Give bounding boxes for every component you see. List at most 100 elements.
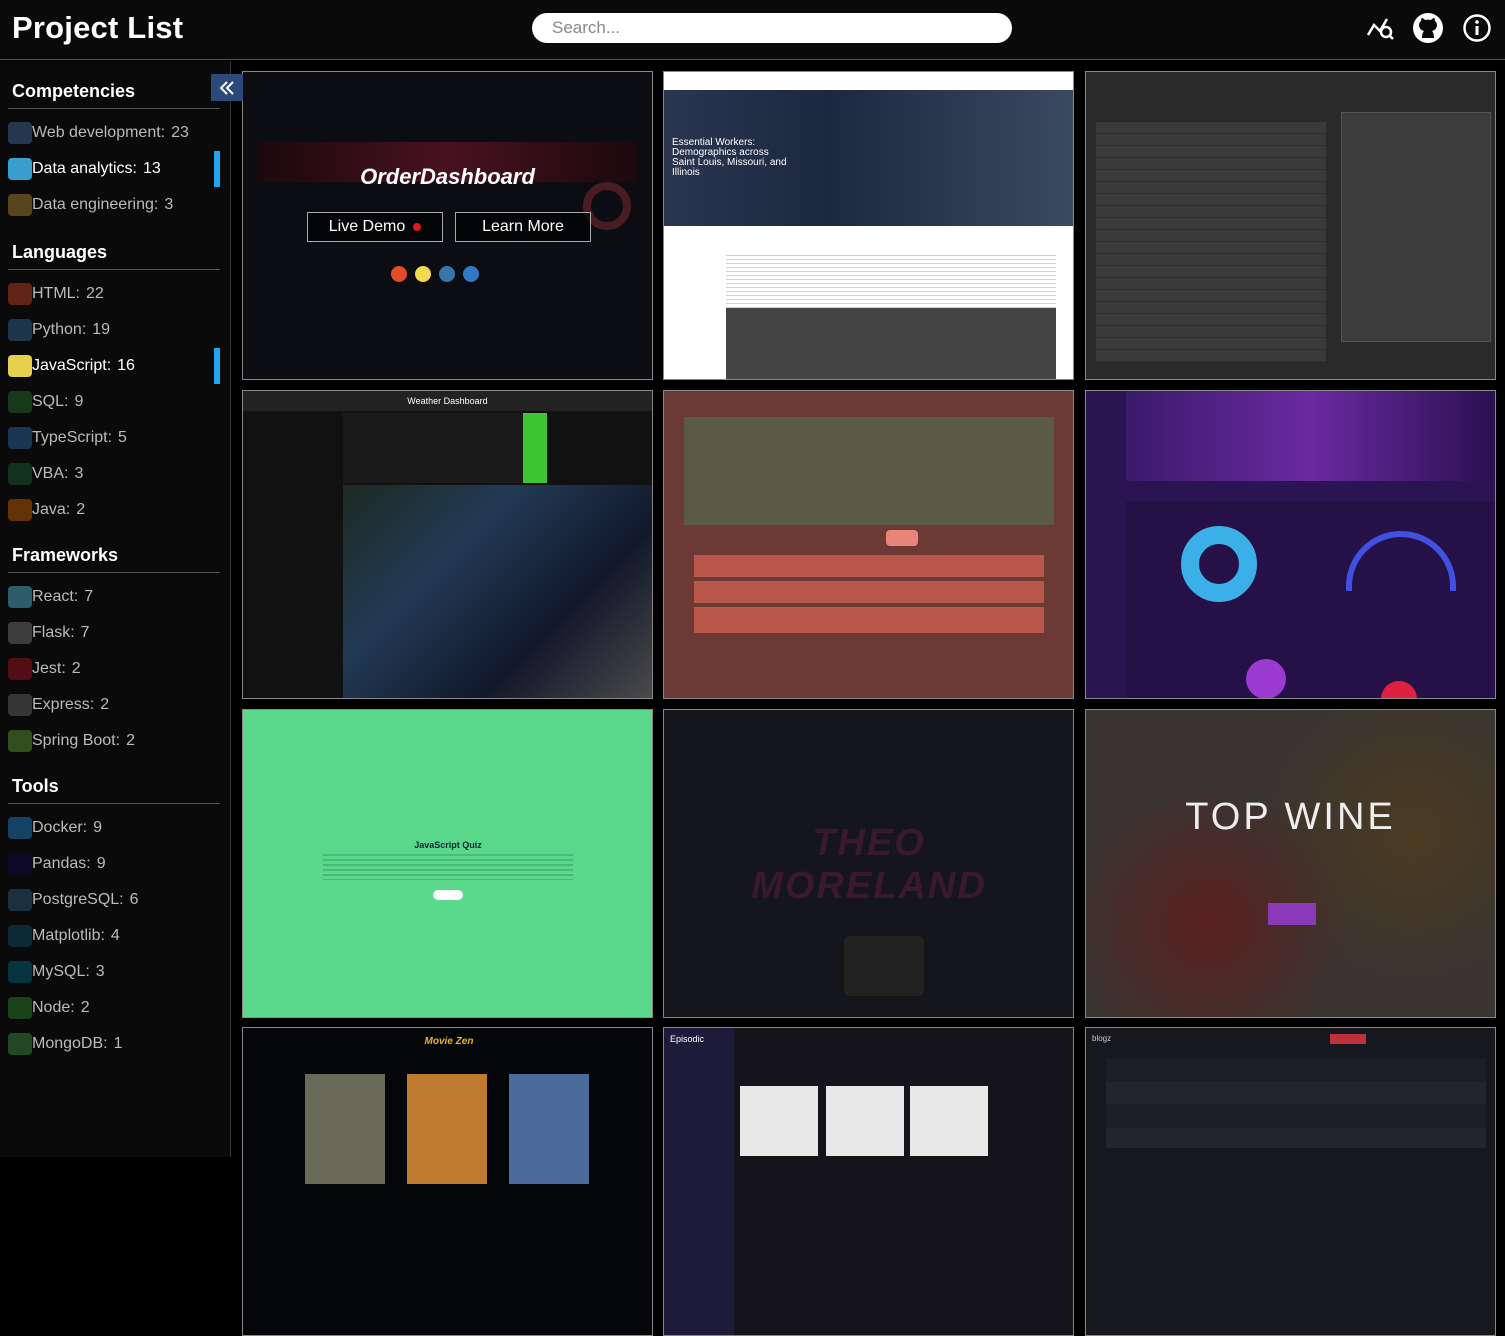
project-thumbnail: THEO MORELAND [664, 710, 1073, 1017]
sidebar-item[interactable]: Web development: 23 [8, 115, 220, 151]
search-input[interactable] [532, 13, 1012, 43]
sidebar-item-count: 9 [93, 819, 103, 836]
github-icon[interactable] [1412, 12, 1444, 44]
sidebar-item[interactable]: VBA: 3 [8, 456, 220, 492]
project-thumbnail: Episodic [664, 1028, 1073, 1335]
tech-badge-icon [415, 266, 431, 282]
tech-badge-icon [439, 266, 455, 282]
card-caption: TOP WINE [1185, 796, 1396, 838]
project-thumbnail [1086, 391, 1495, 698]
card-caption: THEO MORELAND [751, 822, 987, 907]
sidebar-section-competencies: Competencies Web development: 23 Data analy… [8, 81, 220, 223]
tech-logo-icon [8, 853, 32, 875]
sidebar-item[interactable]: Spring Boot: 2 [8, 723, 220, 759]
sidebar-item-label: React: [32, 588, 79, 605]
live-demo-button[interactable]: Live Demo [307, 212, 443, 242]
project-card[interactable]: JavaScript Quiz [242, 709, 653, 1018]
tech-logo-icon [8, 158, 32, 180]
project-thumbnail: Movie Zen [243, 1028, 652, 1335]
sidebar-item[interactable]: JavaScript: 16 [8, 348, 220, 384]
card-caption: JavaScript Quiz [414, 840, 482, 850]
sidebar-item-count: 5 [118, 429, 127, 446]
project-card[interactable]: Movie Zen [242, 1027, 653, 1336]
tech-logo-icon [8, 194, 32, 216]
tech-logo-icon [8, 391, 32, 413]
sidebar-item-label: Docker: [32, 819, 88, 836]
project-card[interactable]: TOP WINE [1085, 709, 1496, 1018]
project-card[interactable]: Weather Dashboard [242, 390, 653, 699]
sidebar-item[interactable]: Data analytics: 13 [8, 151, 220, 187]
project-title: OrderDashboard [360, 164, 535, 189]
card-caption: Movie Zen [424, 1036, 474, 1047]
project-card[interactable] [663, 390, 1074, 699]
tech-logo-icon [8, 319, 32, 341]
analytics-icon[interactable] [1364, 12, 1396, 44]
sidebar-item-label: Flask: [32, 624, 75, 641]
sidebar-item[interactable]: Data engineering: 3 [8, 187, 220, 223]
sidebar-item[interactable]: SQL: 9 [8, 384, 220, 420]
sidebar-item-count: 3 [164, 196, 174, 213]
tech-logo-icon [8, 427, 32, 449]
sidebar-item[interactable]: React: 7 [8, 579, 220, 615]
sidebar-item-label: MySQL: [32, 963, 90, 980]
sidebar-item-label: TypeScript: [32, 429, 113, 446]
sidebar-item-count: 22 [86, 285, 104, 302]
sidebar-item[interactable]: Jest: 2 [8, 651, 220, 687]
sidebar-item-count: 3 [95, 963, 105, 980]
project-card[interactable]: blogz [1085, 1027, 1496, 1336]
sidebar-item-count: 9 [74, 393, 84, 410]
active-indicator [214, 151, 220, 187]
sidebar-item-label: Node: [32, 999, 75, 1016]
learn-more-button[interactable]: Learn More [455, 212, 591, 242]
info-icon[interactable] [1461, 12, 1493, 44]
section-title: Tools [8, 776, 220, 804]
sidebar-item-count: 2 [126, 732, 135, 749]
tech-logo-icon [8, 694, 32, 716]
project-card[interactable] [1085, 390, 1496, 699]
sidebar-item-count: 23 [171, 124, 189, 141]
sidebar-item-count: 2 [76, 501, 86, 518]
tech-logo-icon [8, 658, 32, 680]
sidebar-item[interactable]: Matplotlib: 4 [8, 918, 220, 954]
sidebar-item[interactable]: Python: 19 [8, 312, 220, 348]
sidebar-item[interactable]: PostgreSQL: 6 [8, 882, 220, 918]
sidebar-item[interactable]: HTML: 22 [8, 276, 220, 312]
app-header: Project List [0, 0, 1505, 60]
project-card[interactable] [1085, 71, 1496, 380]
project-card[interactable]: OrderDashboard Live Demo Learn More [242, 71, 653, 380]
sidebar-item[interactable]: MySQL: 3 [8, 954, 220, 990]
double-chevron-left-icon [219, 80, 234, 95]
project-card[interactable]: THEO MORELAND [663, 709, 1074, 1018]
sidebar-section-tools: Tools Docker: 9 Pandas: 9 PostgreSQL: 6 Matplot… [8, 776, 220, 1062]
tech-badge-icon [391, 266, 407, 282]
sidebar-item-count: 2 [80, 999, 90, 1016]
sidebar-item-label: Java: [32, 501, 71, 518]
project-thumbnail: Essential Workers: Demographics across S… [664, 72, 1073, 379]
sidebar-item[interactable]: Express: 2 [8, 687, 220, 723]
live-demo-label: Live Demo [328, 218, 406, 235]
sidebar-item-label: Pandas: [32, 855, 91, 872]
sidebar-item[interactable]: Node: 2 [8, 990, 220, 1026]
tech-logo-icon [8, 283, 32, 305]
sidebar-item-label: HTML: [32, 285, 80, 302]
sidebar-item-count: 2 [100, 696, 110, 713]
project-card[interactable]: Essential Workers: Demographics across S… [663, 71, 1074, 380]
sidebar-item[interactable]: Java: 2 [8, 492, 220, 528]
sidebar-item[interactable]: Flask: 7 [8, 615, 220, 651]
tech-logo-icon [8, 586, 32, 608]
tech-icons [391, 266, 479, 282]
project-card[interactable]: Episodic [663, 1027, 1074, 1336]
sidebar-item-label: Matplotlib: [32, 927, 105, 944]
tech-logo-icon [8, 1033, 32, 1055]
sidebar-item-count: 16 [117, 357, 135, 374]
sidebar-item[interactable]: Pandas: 9 [8, 846, 220, 882]
sidebar-item-count: 13 [142, 160, 161, 177]
collapse-sidebar-button[interactable] [211, 74, 243, 101]
sidebar-item-label: Data analytics: [32, 160, 137, 177]
sidebar-item-label: Express: [32, 696, 95, 713]
sidebar-item[interactable]: MongoDB: 1 [8, 1026, 220, 1062]
project-thumbnail: JavaScript Quiz [243, 710, 652, 1017]
sidebar-section-frameworks: Frameworks React: 7 Flask: 7 Jest: 2 Express: 2 S… [8, 545, 220, 759]
sidebar-item[interactable]: Docker: 9 [8, 810, 220, 846]
sidebar-item[interactable]: TypeScript: 5 [8, 420, 220, 456]
